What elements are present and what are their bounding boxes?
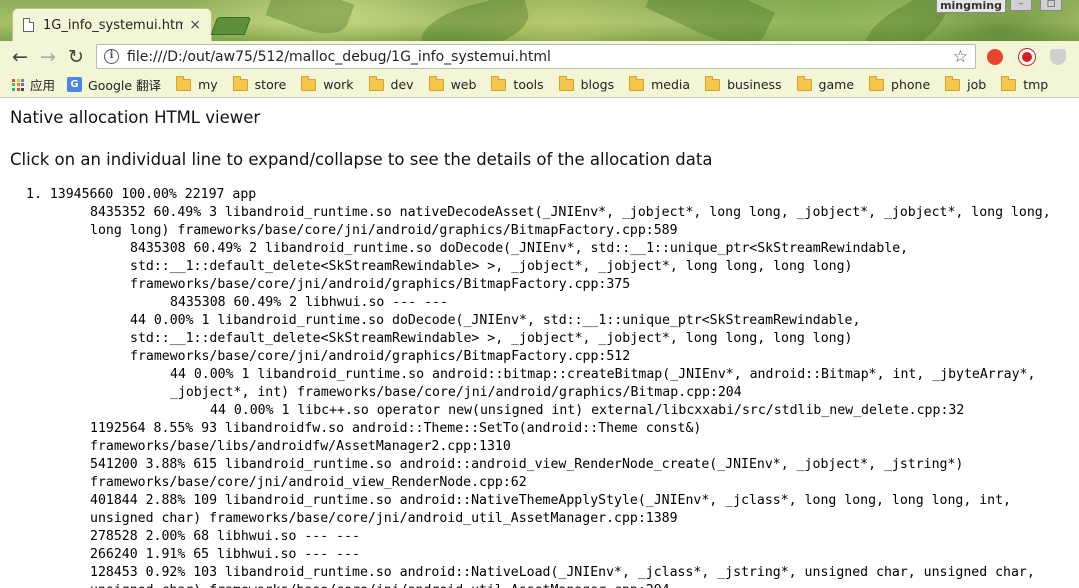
maximize-icon[interactable]: □ (1040, 0, 1062, 11)
folder-icon (796, 75, 812, 91)
tab-title: 1G_info_systemui.html (43, 17, 184, 33)
folder-icon (945, 75, 961, 91)
bookmark-item[interactable]: business (705, 75, 782, 92)
bookmark-label: my (198, 77, 218, 92)
page-title: Native allocation HTML viewer (10, 108, 261, 127)
bookmark-label: phone (891, 77, 931, 92)
allocation-row[interactable]: 278528 2.00% 68 libhwui.so --- --- (0, 528, 1079, 546)
bookmark-item[interactable]: phone (869, 75, 931, 92)
bookmark-label: game (818, 77, 855, 92)
allocation-row[interactable]: 1. 13945660 100.00% 22197 app (0, 186, 1079, 204)
folder-icon (491, 75, 507, 91)
bookmark-item[interactable]: media (629, 75, 691, 92)
folder-icon (869, 75, 885, 91)
bookmark-item[interactable]: 应用 (0, 75, 55, 94)
close-tab-icon[interactable]: × (189, 17, 201, 33)
allocation-row[interactable]: 44 0.00% 1 libandroid_runtime.so doDecod… (0, 312, 1079, 366)
bookmark-label: job (967, 77, 987, 92)
bookmark-label: 应用 (30, 78, 56, 93)
shield-icon[interactable] (1050, 49, 1066, 65)
bookmark-item[interactable]: job (945, 75, 987, 92)
bookmark-item[interactable]: blogs (558, 75, 615, 92)
folder-icon (629, 75, 645, 91)
wallpaper-leaf (416, 0, 534, 41)
allocation-row[interactable]: 44 0.00% 1 libandroid_runtime.so android… (0, 366, 1079, 402)
allocation-row[interactable]: 8435308 60.49% 2 libhwui.so --- --- (0, 294, 1079, 312)
allocation-row[interactable]: 128453 0.92% 103 libandroid_runtime.so a… (0, 564, 1079, 588)
allocation-row[interactable]: 44 0.00% 1 libc++.so operator new(unsign… (0, 402, 1079, 420)
page-instructions: Click on an individual line to expand/co… (10, 150, 713, 169)
folder-icon (232, 75, 248, 91)
allocation-tree: 1. 13945660 100.00% 22197 app 8435352 60.… (0, 186, 1079, 588)
browser-tab[interactable]: 1G_info_systemui.html × (12, 8, 212, 41)
bookmark-label: work (323, 77, 354, 92)
folder-icon (428, 75, 444, 91)
allocation-row[interactable]: 266240 1.91% 65 libhwui.so --- --- (0, 546, 1079, 564)
url-text[interactable]: file:///D:/out/aw75/512/malloc_debug/1G_… (127, 49, 953, 65)
google-translate-icon: G (67, 77, 83, 92)
bookmark-item[interactable]: tmp (1001, 75, 1049, 92)
browser-toolbar: ← → ↻ i file:///D:/out/aw75/512/malloc_d… (0, 41, 1079, 72)
address-bar[interactable]: i file:///D:/out/aw75/512/malloc_debug/1… (96, 44, 976, 69)
opera-extension-icon[interactable] (1019, 49, 1035, 65)
folder-icon (301, 75, 317, 91)
new-tab-button[interactable] (210, 17, 252, 35)
bookmark-label: store (254, 77, 287, 92)
minimize-icon[interactable]: – (1010, 0, 1032, 11)
bookmark-label: blogs (580, 77, 615, 92)
wallpaper-leaf (645, 0, 775, 41)
folder-icon (705, 75, 721, 91)
folder-icon (176, 75, 192, 91)
page-content: Native allocation HTML viewer Click on a… (0, 99, 1079, 588)
folder-icon (558, 75, 574, 91)
bookmark-item[interactable]: game (796, 75, 855, 92)
bookmark-item[interactable]: store (232, 75, 287, 92)
bookmark-label: Google 翻译 (88, 78, 162, 93)
reload-icon[interactable]: ↻ (62, 46, 90, 68)
allocation-row[interactable]: 401844 2.88% 109 libandroid_runtime.so a… (0, 492, 1079, 528)
bookmark-label: business (727, 77, 782, 92)
bookmark-item[interactable]: G Google 翻译 (67, 75, 161, 94)
bookmark-label: tools (513, 77, 544, 92)
allocation-row[interactable]: 1192564 8.55% 93 libandroidfw.so android… (0, 420, 1079, 456)
folder-icon (368, 75, 384, 91)
allocation-row[interactable]: 541200 3.88% 615 libandroid_runtime.so a… (0, 456, 1079, 492)
bookmark-item[interactable]: work (301, 75, 354, 92)
bookmark-item[interactable]: tools (491, 75, 544, 92)
bookmark-label: dev (390, 77, 414, 92)
allocation-row[interactable]: 8435352 60.49% 3 libandroid_runtime.so n… (0, 204, 1079, 240)
apps-icon (12, 78, 24, 91)
bookmark-item[interactable]: my (176, 75, 218, 92)
back-icon[interactable]: ← (6, 46, 34, 68)
page-info-icon[interactable]: i (104, 49, 119, 64)
bookmark-star-icon[interactable]: ☆ (953, 47, 968, 67)
folder-icon (1001, 75, 1017, 91)
profile-name[interactable]: mingming (936, 0, 1006, 13)
bookmark-label: tmp (1023, 77, 1049, 92)
bookmark-label: media (651, 77, 691, 92)
allocation-row[interactable]: 8435308 60.49% 2 libandroid_runtime.so d… (0, 240, 1079, 294)
bookmark-item[interactable]: web (428, 75, 477, 92)
file-icon (23, 18, 34, 32)
forward-icon[interactable]: → (34, 46, 62, 68)
browser-titlebar: 1G_info_systemui.html × mingming – □ (0, 0, 1079, 41)
wallpaper-leaf (265, 0, 355, 41)
bookmark-label: web (450, 77, 477, 92)
extension-icon[interactable] (987, 49, 1003, 65)
bookmarks-bar: 应用 G Google 翻译 my store work dev web tools blogs m… (0, 72, 1079, 98)
bookmark-item[interactable]: dev (368, 75, 414, 92)
